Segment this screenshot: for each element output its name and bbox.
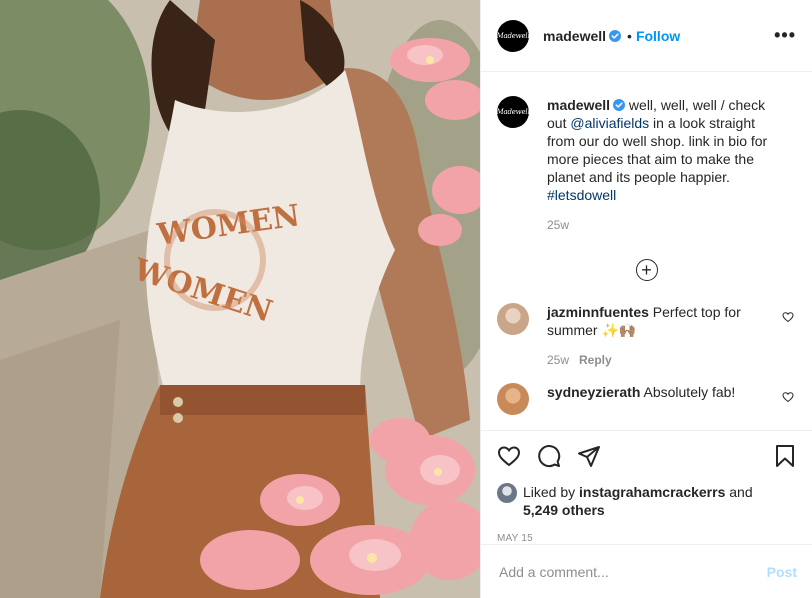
post-date[interactable]: MAY 15 [497, 533, 797, 544]
comment-input[interactable] [497, 562, 767, 581]
post-actions: Liked by instagrahamcrackerrs and 5,249 o… [481, 430, 812, 544]
verified-badge-icon [613, 99, 626, 111]
follow-button[interactable]: Follow [636, 28, 680, 44]
post-caption: Madewell madewell well, well, well / che… [497, 72, 796, 232]
likes-prefix: Liked by [523, 484, 580, 500]
avatar-logo-text: Madewell [496, 108, 530, 116]
comment-username[interactable]: jazminnfuentes [547, 304, 649, 320]
add-comment-bar: Post [481, 544, 812, 598]
likes-count[interactable]: 5,249 others [523, 502, 605, 518]
comment-timestamp[interactable]: 25w [547, 353, 569, 367]
post-side-panel: Madewell madewell • Follow ••• Madewell … [480, 0, 812, 598]
paper-plane-icon[interactable] [577, 444, 601, 468]
caption-hashtag-link[interactable]: #letsdowell [547, 187, 616, 203]
caption-mention-link[interactable]: @aliviafields [570, 115, 649, 131]
comment-username[interactable]: sydneyzierath [547, 384, 640, 400]
caption-text: madewell well, well, well / check out @a… [547, 96, 769, 204]
likes-summary: Liked by instagrahamcrackerrs and 5,249 o… [497, 483, 797, 519]
comment-like-heart-icon[interactable] [782, 391, 794, 403]
load-more-comments: + [497, 259, 796, 281]
photo-illustration: WOMEN WOMEN [0, 0, 480, 598]
post-comment-button[interactable]: Post [767, 564, 797, 580]
avatar-logo-text: Madewell [496, 31, 530, 40]
likes-middle: and [725, 484, 753, 500]
post-header: Madewell madewell • Follow ••• [481, 0, 812, 72]
action-icons-row [497, 443, 797, 469]
bookmark-icon[interactable] [773, 444, 797, 468]
post-photo[interactable]: WOMEN WOMEN [0, 0, 480, 598]
comment-emoji: ✨🙌🏽 [601, 322, 637, 338]
likes-text: Liked by instagrahamcrackerrs and 5,249 o… [523, 483, 753, 519]
author-username[interactable]: madewell [543, 28, 606, 44]
heart-icon[interactable] [497, 444, 521, 468]
commenter-avatar[interactable] [497, 383, 529, 415]
plus-circle-icon[interactable]: + [635, 259, 658, 281]
liker-username[interactable]: instagrahamcrackerrs [579, 484, 725, 500]
comment-meta: 25w Reply [547, 353, 769, 367]
comment-like-heart-icon[interactable] [782, 311, 794, 323]
comment-text: jazminnfuentes Perfect top for summer ✨🙌… [547, 303, 769, 339]
reply-button[interactable]: Reply [579, 353, 612, 367]
caption-timestamp[interactable]: 25w [547, 218, 769, 232]
caption-avatar[interactable]: Madewell [496, 96, 530, 128]
instagram-post: WOMEN WOMEN Madewell madewell • Follow •… [0, 0, 812, 598]
commenter-avatar[interactable] [497, 303, 529, 335]
verified-badge-icon [609, 29, 622, 42]
liker-avatar[interactable] [497, 483, 517, 503]
comment-icon[interactable] [537, 444, 561, 468]
header-separator: • [627, 27, 632, 44]
caption-username[interactable]: madewell [547, 97, 610, 113]
comments-section[interactable]: Madewell madewell well, well, well / che… [481, 72, 812, 430]
comment-item: jazminnfuentes Perfect top for summer ✨🙌… [497, 303, 796, 367]
author-avatar[interactable]: Madewell [496, 19, 530, 52]
more-options-icon[interactable]: ••• [774, 25, 796, 46]
comment-text: sydneyzierath Absolutely fab! [547, 383, 769, 401]
comment-item: sydneyzierath Absolutely fab! [497, 383, 796, 415]
comment-body: Absolutely fab! [640, 384, 736, 400]
